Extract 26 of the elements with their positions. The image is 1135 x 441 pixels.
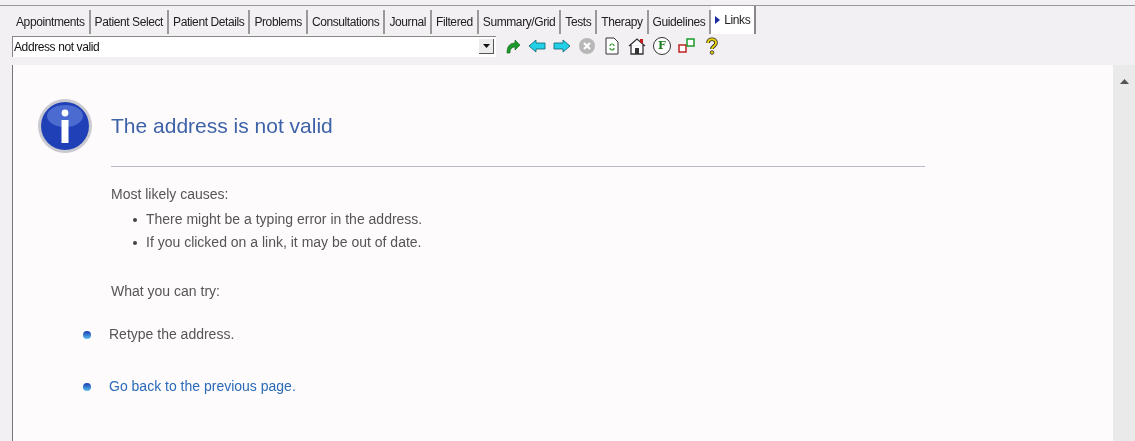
action-text: Retype the address. xyxy=(109,325,235,344)
home-icon[interactable] xyxy=(628,37,646,55)
bullet-icon xyxy=(83,330,91,339)
address-combobox[interactable]: Address not valid xyxy=(12,35,496,57)
tab[interactable]: Links xyxy=(711,6,757,34)
scrollbar[interactable] xyxy=(1113,65,1135,441)
go-back-link[interactable]: Go back to the previous page. xyxy=(109,376,296,397)
windows-icon[interactable] xyxy=(678,37,696,55)
triangle-icon xyxy=(715,16,721,24)
try-heading: What you can try: xyxy=(111,282,221,301)
scroll-up-icon[interactable] xyxy=(1119,79,1129,84)
question-mark-icon[interactable] xyxy=(703,37,721,55)
bullet-icon xyxy=(133,240,137,245)
bullet-icon xyxy=(83,382,91,391)
bullet-icon xyxy=(133,217,137,222)
refresh-icon[interactable] xyxy=(603,37,621,55)
caret-icon xyxy=(482,44,490,48)
page-title: The address is not valid xyxy=(111,113,333,140)
forward-icon[interactable] xyxy=(553,37,571,55)
causes-heading: Most likely causes: xyxy=(111,185,230,204)
cause-text: If you clicked on a link, it may be out of date. xyxy=(146,233,422,252)
info-icon xyxy=(37,98,93,154)
curved-arrow-icon[interactable] xyxy=(503,37,521,55)
back-icon[interactable] xyxy=(528,37,546,55)
dropdown-button[interactable] xyxy=(479,39,494,54)
cause-text: There might be a typing error in the address. xyxy=(146,210,423,229)
